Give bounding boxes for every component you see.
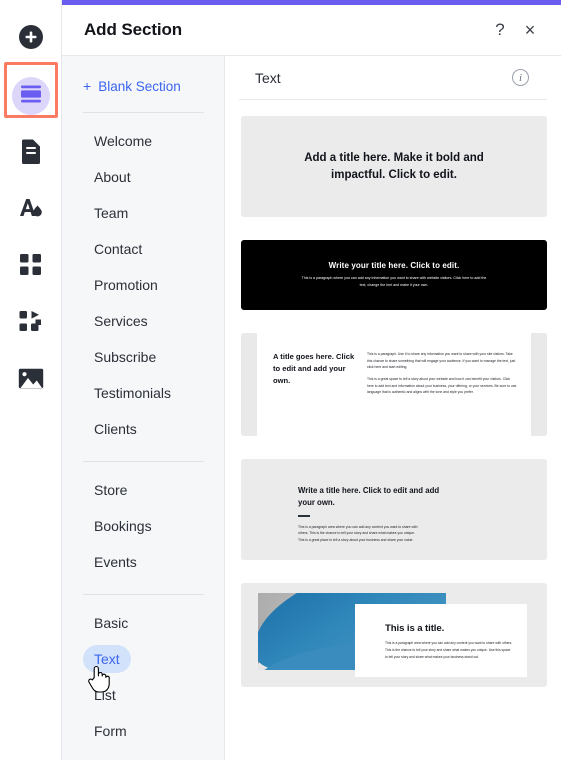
- menu-item-label: Welcome: [94, 133, 153, 149]
- help-button[interactable]: ?: [485, 15, 515, 45]
- menu-item-label: Text: [83, 645, 131, 673]
- card-title: Write a title here. Click to edit and ad…: [298, 486, 440, 508]
- section-template-list: Text i Add a title here. Make it bold an…: [225, 56, 561, 760]
- text-card-centered-title[interactable]: Add a title here. Make it bold and impac…: [241, 116, 547, 217]
- card-title: This is a title.: [385, 623, 445, 634]
- info-icon[interactable]: i: [512, 69, 529, 86]
- menu-item-label: Form: [94, 723, 127, 739]
- menu-item-subscribe[interactable]: Subscribe: [62, 339, 224, 375]
- menu-item-label: Contact: [94, 241, 143, 257]
- menu-divider: [83, 461, 204, 462]
- menu-item-label: Events: [94, 554, 137, 570]
- panel: Add Section ? × + Blank Section Welcome …: [62, 0, 561, 760]
- menu-item-text[interactable]: Text: [62, 641, 224, 677]
- menu-item-welcome[interactable]: Welcome: [62, 123, 224, 159]
- page-title: Add Section: [84, 20, 183, 39]
- text-card-image-overlay[interactable]: This is a title. This is a paragraph are…: [241, 583, 547, 687]
- menu-item-label: List: [94, 687, 116, 703]
- menu-item-testimonials[interactable]: Testimonials: [62, 375, 224, 411]
- menu-item-label: Services: [94, 313, 148, 329]
- menu-item-contact[interactable]: Contact: [62, 231, 224, 267]
- apps-grid-icon: [19, 253, 42, 281]
- menu-item-label: Bookings: [94, 518, 152, 534]
- content-title: Text: [255, 69, 281, 86]
- section-icon: [19, 84, 43, 109]
- card-body: This is a paragraph. Use it to share any…: [367, 351, 517, 436]
- section-category-menu: + Blank Section Welcome About Team Conta…: [62, 56, 225, 760]
- menu-item-form[interactable]: Form: [62, 713, 224, 749]
- apps-grid-icon-button[interactable]: [8, 244, 54, 290]
- card-sheet: A title goes here. Click to edit and add…: [257, 333, 531, 436]
- card-paragraph: This is a paragraph where you can add an…: [301, 276, 487, 287]
- add-icon-button[interactable]: [8, 16, 54, 62]
- menu-item-basic[interactable]: Basic: [62, 605, 224, 641]
- panel-body: + Blank Section Welcome About Team Conta…: [62, 56, 561, 760]
- card-paragraph: This is a paragraph area where you can a…: [385, 641, 513, 659]
- media-icon-button[interactable]: [8, 358, 54, 404]
- menu-item-label: Clients: [94, 421, 137, 437]
- text-card-two-column[interactable]: A title goes here. Click to edit and add…: [241, 333, 547, 436]
- menu-divider: [83, 594, 204, 595]
- menu-item-bookings[interactable]: Bookings: [62, 508, 224, 544]
- panel-header: Add Section ? ×: [62, 5, 561, 56]
- add-apps-icon: [19, 310, 43, 338]
- template-cards: Add a title here. Make it bold and impac…: [225, 100, 561, 760]
- menu-item-team[interactable]: Team: [62, 195, 224, 231]
- menu-item-store[interactable]: Store: [62, 472, 224, 508]
- close-icon[interactable]: ×: [515, 15, 545, 45]
- menu-item-label: Promotion: [94, 277, 158, 293]
- card-title: Write your title here. Click to edit.: [328, 261, 460, 271]
- menu-item-label: Basic: [94, 615, 129, 631]
- menu-item-label: About: [94, 169, 131, 185]
- menu-item-about[interactable]: About: [62, 159, 224, 195]
- page-icon-button[interactable]: [8, 130, 54, 176]
- content-header: Text i: [239, 56, 547, 100]
- card-title: Add a title here. Make it bold and impac…: [304, 151, 484, 181]
- add-apps-icon-button[interactable]: [8, 301, 54, 347]
- menu-divider: [83, 112, 204, 113]
- card-paragraph: This is a paragraph area where you can a…: [298, 524, 418, 543]
- text-card-title-divider-paragraph[interactable]: Write a title here. Click to edit and ad…: [241, 459, 547, 560]
- section-icon-button[interactable]: [8, 73, 54, 119]
- plus-icon: +: [83, 78, 92, 94]
- card-overlay: This is a title. This is a paragraph are…: [355, 604, 527, 677]
- add-section-panel: Add Section ? × + Blank Section Welcome …: [0, 0, 561, 760]
- menu-item-label: Testimonials: [94, 385, 172, 401]
- card-left-rail: [241, 333, 257, 436]
- editor-icon-rail: [0, 0, 62, 760]
- text-card-dark-title-paragraph[interactable]: Write your title here. Click to edit. Th…: [241, 240, 547, 310]
- add-icon: [17, 23, 45, 56]
- menu-item-clients[interactable]: Clients: [62, 411, 224, 447]
- text-theme-icon: [18, 196, 44, 225]
- menu-item-services[interactable]: Services: [62, 303, 224, 339]
- page-icon: [20, 138, 42, 169]
- menu-item-list[interactable]: List: [62, 677, 224, 713]
- menu-item-label: Subscribe: [94, 349, 157, 365]
- card-divider: [298, 515, 310, 517]
- blank-section-button[interactable]: + Blank Section: [62, 74, 224, 98]
- card-paragraph: This is a great space to tell a story ab…: [367, 376, 517, 395]
- card-title: A title goes here. Click to edit and add…: [273, 352, 355, 385]
- text-theme-icon-button[interactable]: [8, 187, 54, 233]
- blank-section-label: Blank Section: [98, 78, 181, 94]
- card-paragraph: This is a paragraph. Use it to share any…: [367, 352, 516, 370]
- menu-item-label: Team: [94, 205, 129, 221]
- media-icon: [18, 368, 44, 394]
- card-right-rail: [531, 333, 547, 436]
- menu-item-label: Store: [94, 482, 128, 498]
- menu-item-events[interactable]: Events: [62, 544, 224, 580]
- menu-item-promotion[interactable]: Promotion: [62, 267, 224, 303]
